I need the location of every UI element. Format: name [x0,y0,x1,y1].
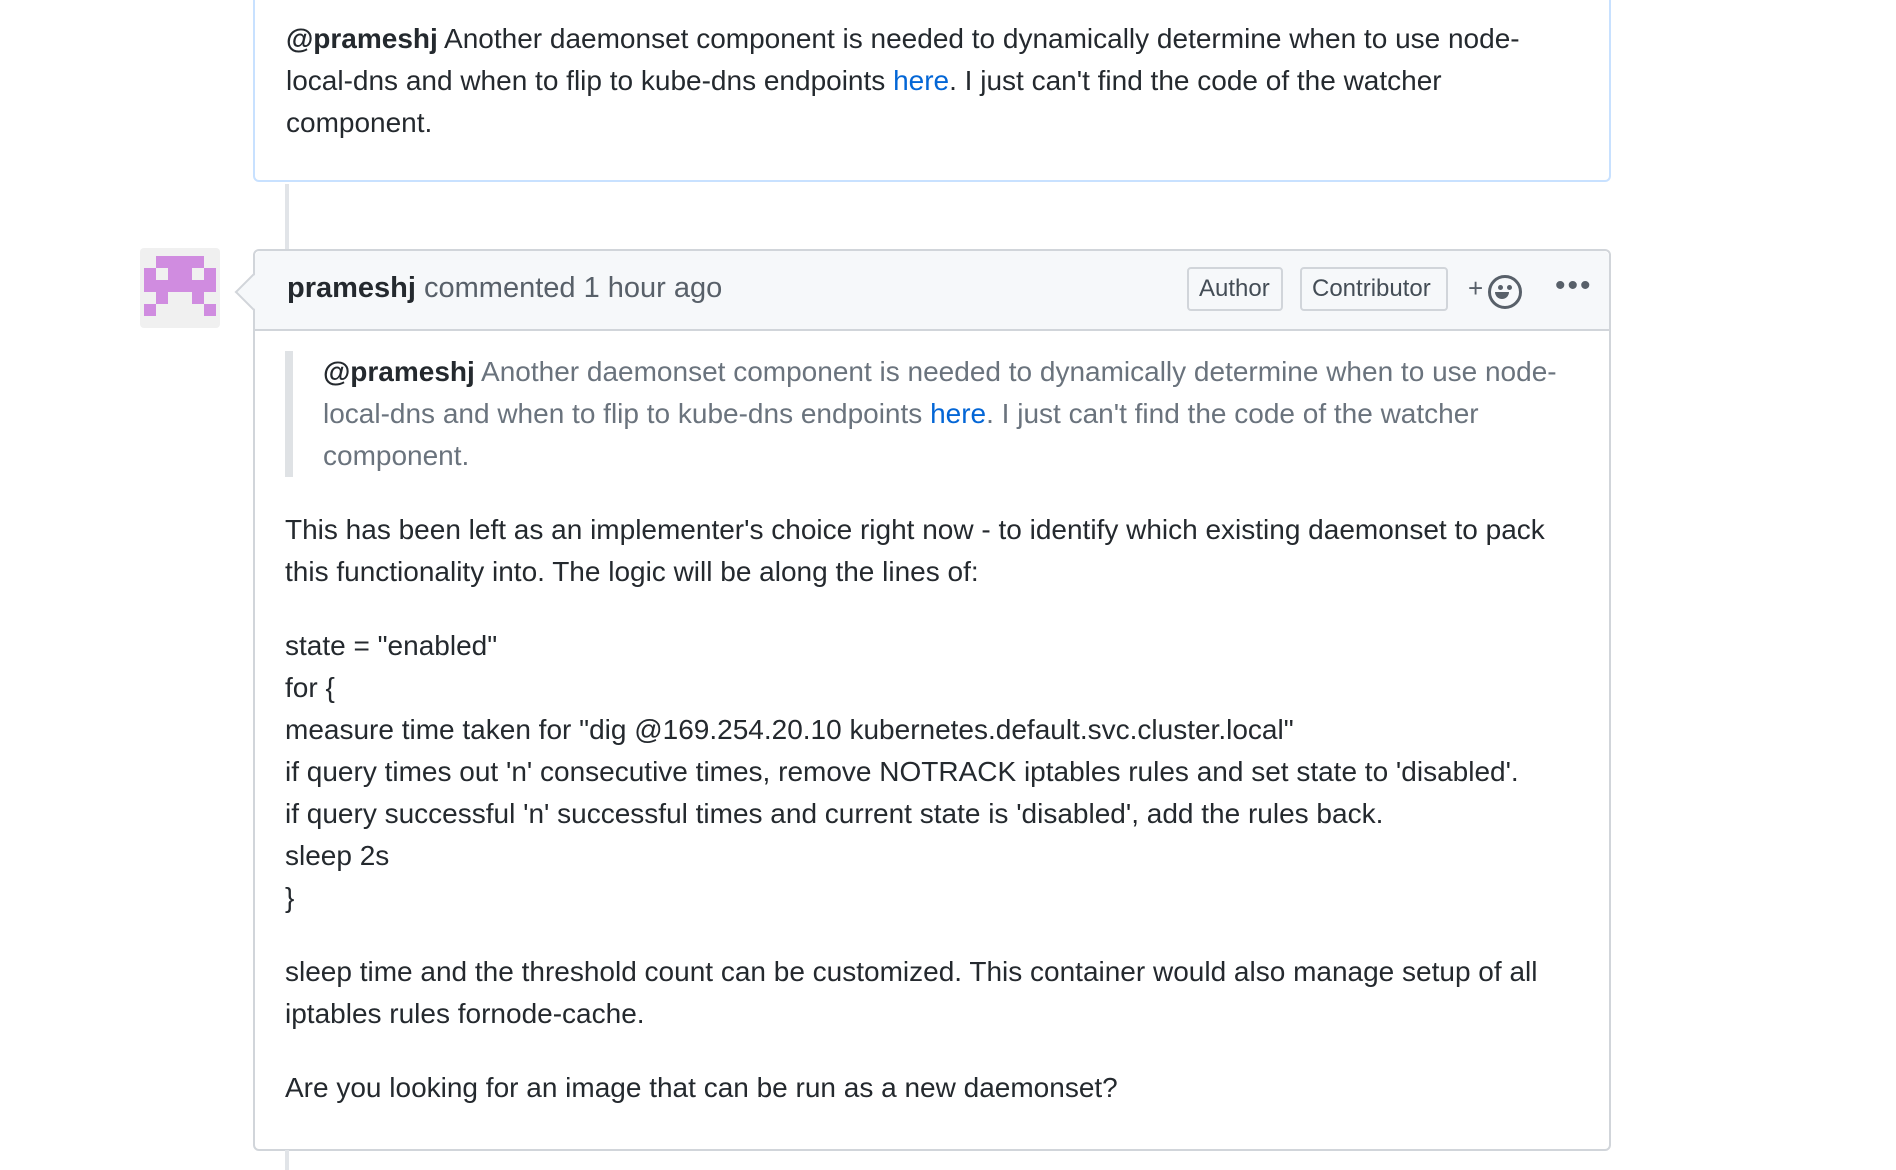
comment-meta: prameshj commented 1 hour ago [287,272,722,305]
here-link[interactable]: here [893,65,949,96]
author-badge: Author [1187,267,1283,311]
comment-body: @prameshj Another daemonset component is… [285,351,1569,1141]
logic-line: measure time taken for "dig @169.254.20.… [285,714,1294,745]
quote-mention-link[interactable]: @prameshj [323,356,475,387]
logic-line: } [285,882,295,913]
logic-line: state = "enabled" [285,630,498,661]
quote-here-link[interactable]: here [930,398,986,429]
paragraph: Are you looking for an image that can be… [285,1072,1118,1103]
comment-header: prameshj commented 1 hour ago Author Con… [234,251,1609,331]
logic-line: for { [285,672,335,703]
avatar[interactable] [140,248,220,328]
author-link[interactable]: prameshj [287,272,416,304]
plus-icon: + [1468,273,1484,303]
timeline-line [285,184,289,250]
caret [234,273,272,311]
comment-action: commented [415,272,584,304]
logic-lines: state = "enabled" for { measure time tak… [285,625,1569,919]
paragraph: This has been left as an implementer's c… [285,514,1545,587]
timestamp-link[interactable]: 1 hour ago [584,272,723,304]
logic-line: if query times out 'n' consecutive times… [285,756,1519,787]
timeline-line [285,1150,289,1170]
previous-comment-body: @prameshj Another daemonset component is… [286,18,1569,144]
comment-box: prameshj commented 1 hour ago Author Con… [234,249,1611,1151]
contributor-badge: Contributor [1300,267,1448,311]
previous-comment: @prameshj Another daemonset component is… [253,0,1611,182]
blockquote: @prameshj Another daemonset component is… [285,351,1569,477]
mention-link[interactable]: @prameshj [286,23,438,54]
logic-line: if query successful 'n' successful times… [285,798,1384,829]
paragraph: sleep time and the threshold count can b… [285,956,1538,1029]
logic-line: sleep 2s [285,840,390,871]
add-reaction-button[interactable]: + [1468,273,1524,309]
kebab-horizontal-icon[interactable]: ••• [1555,269,1593,303]
